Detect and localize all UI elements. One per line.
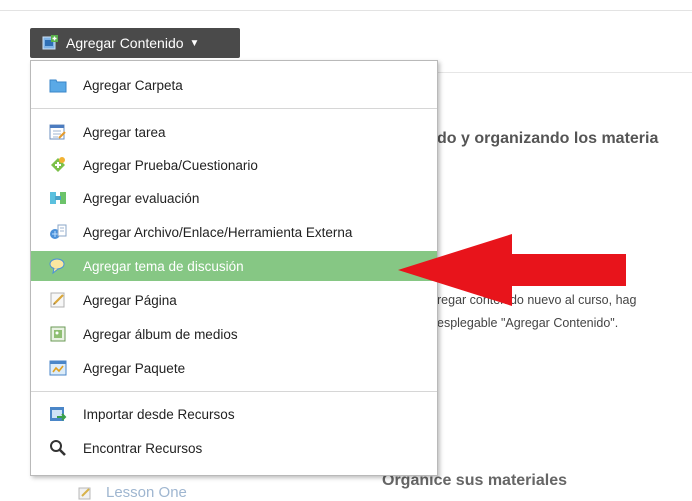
add-content-icon (42, 35, 58, 50)
menu-item-add-quiz[interactable]: Agregar Prueba/Cuestionario (31, 150, 437, 180)
menu-item-add-file-link-tool[interactable]: Agregar Archivo/Enlace/Herramienta Exter… (31, 217, 437, 247)
menu-item-label: Agregar Prueba/Cuestionario (83, 157, 258, 173)
add-content-button[interactable]: Agregar Contenido ▼ (30, 28, 240, 58)
menu-item-add-media-album[interactable]: Agregar álbum de medios (31, 319, 437, 349)
menu-item-label: Encontrar Recursos (83, 440, 203, 456)
menu-item-label: Agregar Archivo/Enlace/Herramienta Exter… (83, 224, 353, 240)
add-content-label: Agregar Contenido (66, 35, 184, 51)
menu-item-add-evaluation[interactable]: Agregar evaluación (31, 183, 437, 213)
menu-item-label: Agregar Carpeta (83, 77, 183, 93)
menu-item-add-page[interactable]: Agregar Página (31, 285, 437, 315)
evaluation-icon (49, 189, 67, 207)
page-icon (78, 487, 91, 499)
lesson-link[interactable]: Lesson One (78, 484, 187, 501)
quiz-icon (49, 156, 67, 174)
menu-item-label: Agregar Página (83, 292, 177, 308)
page-icon (49, 291, 67, 309)
menu-item-label: Importar desde Recursos (83, 406, 235, 422)
red-arrow-annotation (398, 234, 626, 306)
discussion-icon (49, 257, 67, 275)
menu-divider (31, 108, 437, 109)
search-icon (49, 439, 67, 457)
menu-item-label: Agregar evaluación (83, 190, 200, 206)
menu-item-label: Agregar Paquete (83, 360, 186, 376)
menu-item-label: Agregar tema de discusión (83, 258, 244, 274)
menu-item-add-assignment[interactable]: Agregar tarea (31, 117, 437, 147)
menu-item-import-resources[interactable]: Importar desde Recursos (31, 399, 437, 429)
menu-item-add-discussion[interactable]: Agregar tema de discusión (31, 251, 437, 281)
menu-divider (31, 391, 437, 392)
menu-item-add-folder[interactable]: Agregar Carpeta (31, 70, 437, 100)
package-icon (49, 359, 67, 377)
content-divider (438, 72, 692, 73)
intro-heading: do y organizando los materia (437, 130, 659, 147)
intro-text-line-2: esplegable "Agregar Contenido". (437, 316, 619, 330)
chevron-down-icon: ▼ (189, 37, 200, 49)
top-divider (0, 10, 692, 11)
import-icon (49, 405, 67, 423)
menu-item-add-package[interactable]: Agregar Paquete (31, 353, 437, 383)
folder-icon (49, 76, 67, 94)
file-link-icon (49, 223, 67, 241)
media-album-icon (49, 325, 67, 343)
menu-item-label: Agregar álbum de medios (83, 326, 238, 342)
assignment-icon (49, 123, 67, 141)
menu-item-label: Agregar tarea (83, 124, 166, 140)
menu-item-find-resources[interactable]: Encontrar Recursos (31, 433, 437, 463)
lesson-title: Lesson One (106, 484, 187, 501)
add-content-menu: Agregar Carpeta Agregar tarea Agregar Pr… (30, 60, 438, 476)
